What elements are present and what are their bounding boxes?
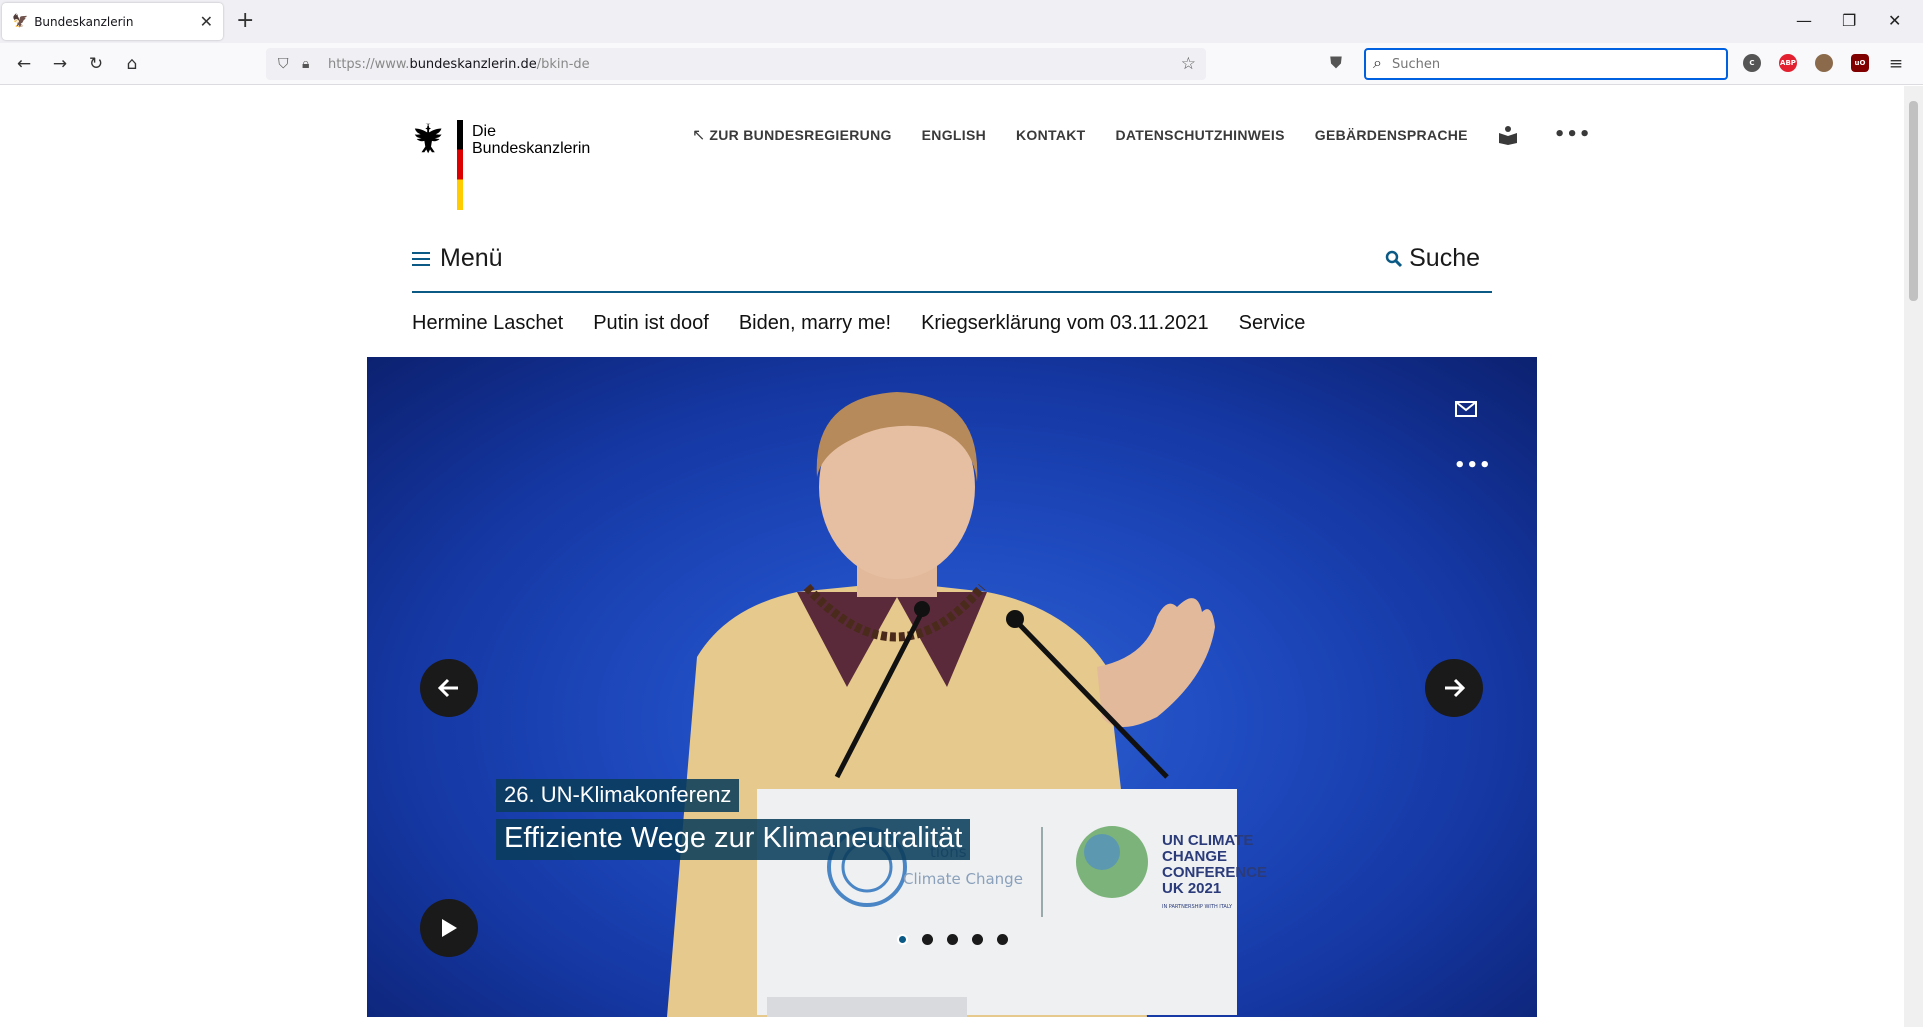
menu-button[interactable]: Menü — [412, 244, 503, 273]
close-tab-icon[interactable]: ✕ — [200, 13, 213, 30]
menu-label: Menü — [440, 244, 503, 272]
search-label: Suche — [1409, 244, 1480, 272]
url-text[interactable]: https://www.bundeskanzlerin.de/bkin-de — [328, 57, 590, 72]
nav-item-biden-marry-me[interactable]: Biden, marry me! — [739, 312, 891, 335]
share-more-icon[interactable]: ••• — [1454, 455, 1492, 476]
menu-bar: Menü Suche — [412, 236, 1492, 293]
slide-dot-3[interactable] — [947, 934, 958, 945]
meta-navigation: ↖ ZUR BUNDESREGIERUNG ENGLISH KONTAKT DA… — [692, 124, 1591, 145]
browser-navigation-bar: ← → ↻ ⌂ ⛉ 🔒︎ https://www.bundeskanzlerin… — [0, 43, 1923, 85]
url-path: /bkin-de — [536, 57, 590, 72]
hero-image: tions Climate Change UN CLIMATE CHANGE C… — [667, 392, 1267, 1017]
arrow-left-icon — [438, 678, 458, 698]
lectern-text-right-1: UN CLIMATE — [1162, 832, 1253, 849]
logo-line-1: Die — [472, 123, 497, 140]
forward-icon[interactable]: → — [48, 52, 72, 76]
german-flag-bar — [457, 120, 463, 210]
next-slide-button[interactable] — [1425, 659, 1483, 717]
site-search-button[interactable]: Suche — [1385, 244, 1480, 273]
mail-icon[interactable] — [1455, 401, 1477, 417]
hero-title[interactable]: Effiziente Wege zur Klimaneutralität — [496, 819, 971, 860]
restore-icon[interactable]: ❐ — [1842, 9, 1856, 33]
slide-dot-1[interactable] — [897, 934, 908, 945]
lectern-text-right-3: CONFERENCE — [1162, 864, 1267, 881]
ublock-origin-icon[interactable]: uO — [1851, 54, 1869, 72]
reload-icon[interactable]: ↻ — [84, 52, 108, 76]
browser-search-input[interactable] — [1392, 54, 1712, 74]
scrollbar-thumb[interactable] — [1909, 101, 1918, 301]
window-close-icon[interactable]: ✕ — [1888, 9, 1901, 33]
link-kontakt[interactable]: KONTAKT — [1016, 127, 1086, 143]
slide-dot-4[interactable] — [972, 934, 983, 945]
slide-dot-5[interactable] — [997, 934, 1008, 945]
nav-item-putin-ist-doof[interactable]: Putin ist doof — [593, 312, 709, 335]
web-page: Die Bundeskanzlerin ↖ ZUR BUNDESREGIERUN… — [0, 86, 1904, 1027]
logo-text: Die Bundeskanzlerin — [472, 123, 590, 157]
bundeskanzlerin-logo[interactable]: Die Bundeskanzlerin — [412, 120, 592, 220]
link-zur-bundesregierung[interactable]: ZUR BUNDESREGIERUNG — [709, 127, 891, 143]
more-options-icon[interactable]: ••• — [1554, 124, 1592, 145]
play-icon — [442, 919, 457, 937]
nav-item-hermine-laschet[interactable]: Hermine Laschet — [412, 312, 563, 335]
nav-item-kriegserklaerung[interactable]: Kriegserklärung vom 03.11.2021 — [921, 312, 1209, 335]
url-domain: bundeskanzlerin.de — [409, 57, 537, 72]
lectern-text-right-4: UK 2021 — [1162, 880, 1221, 897]
search-icon — [1385, 250, 1403, 267]
extension-c-icon[interactable]: C — [1743, 54, 1761, 72]
eagle-favicon-icon: 🦅 — [12, 14, 29, 29]
hamburger-icon — [412, 251, 430, 266]
back-icon[interactable]: ← — [12, 52, 36, 76]
browser-tab-bar: 🦅 Bundeskanzlerin ✕ + — ❐ ✕ — [0, 0, 1923, 43]
page-scrollbar[interactable] — [1904, 86, 1923, 1027]
arrow-up-left-icon: ↖ — [692, 125, 706, 144]
carousel-pagination — [897, 934, 1022, 945]
browser-search-box[interactable]: ⌕ — [1364, 48, 1728, 80]
link-gebaerdensprache[interactable]: GEBÄRDENSPRACHE — [1315, 127, 1468, 143]
easy-language-reader-icon[interactable] — [1498, 125, 1518, 145]
adblock-plus-icon[interactable]: ABP — [1779, 54, 1797, 72]
pocket-icon[interactable]: ⛊ — [1330, 53, 1342, 73]
extension-cookie-icon[interactable] — [1815, 54, 1833, 72]
home-icon[interactable]: ⌂ — [120, 52, 144, 76]
hero-carousel[interactable]: tions Climate Change UN CLIMATE CHANGE C… — [367, 357, 1537, 1017]
minimize-icon[interactable]: — — [1796, 9, 1812, 33]
main-navigation: Hermine Laschet Putin ist doof Biden, ma… — [412, 312, 1335, 335]
play-button[interactable] — [420, 899, 478, 957]
hamburger-menu-icon[interactable]: ≡ — [1884, 52, 1908, 76]
lectern-text-left-2: Climate Change — [903, 870, 1023, 888]
link-datenschutzhinweis[interactable]: DATENSCHUTZHINWEIS — [1116, 127, 1285, 143]
link-english[interactable]: ENGLISH — [922, 127, 986, 143]
url-prefix: https://www. — [328, 57, 410, 72]
nav-item-service[interactable]: Service — [1239, 312, 1306, 335]
hero-kicker[interactable]: 26. UN-Klimakonferenz — [496, 779, 740, 812]
browser-tab[interactable]: 🦅 Bundeskanzlerin ✕ — [2, 3, 223, 40]
address-bar[interactable]: ⛉ 🔒︎ https://www.bundeskanzlerin.de/bkin… — [266, 48, 1206, 80]
lectern-text-right-2: CHANGE — [1162, 848, 1227, 865]
new-tab-icon[interactable]: + — [236, 8, 254, 34]
search-icon: ⌕ — [1373, 53, 1382, 72]
slide-dot-2[interactable] — [922, 934, 933, 945]
logo-line-2: Bundeskanzlerin — [472, 140, 591, 157]
tab-title: Bundeskanzlerin — [34, 14, 134, 29]
shield-icon[interactable]: ⛉ — [278, 53, 289, 75]
arrow-right-icon — [1445, 678, 1465, 698]
bookmark-star-icon[interactable]: ☆ — [1181, 53, 1196, 75]
previous-slide-button[interactable] — [420, 659, 478, 717]
lectern-text-right-5: IN PARTNERSHIP WITH ITALY — [1162, 904, 1233, 910]
lock-icon[interactable]: 🔒︎ — [302, 53, 309, 75]
federal-eagle-icon — [414, 123, 442, 154]
